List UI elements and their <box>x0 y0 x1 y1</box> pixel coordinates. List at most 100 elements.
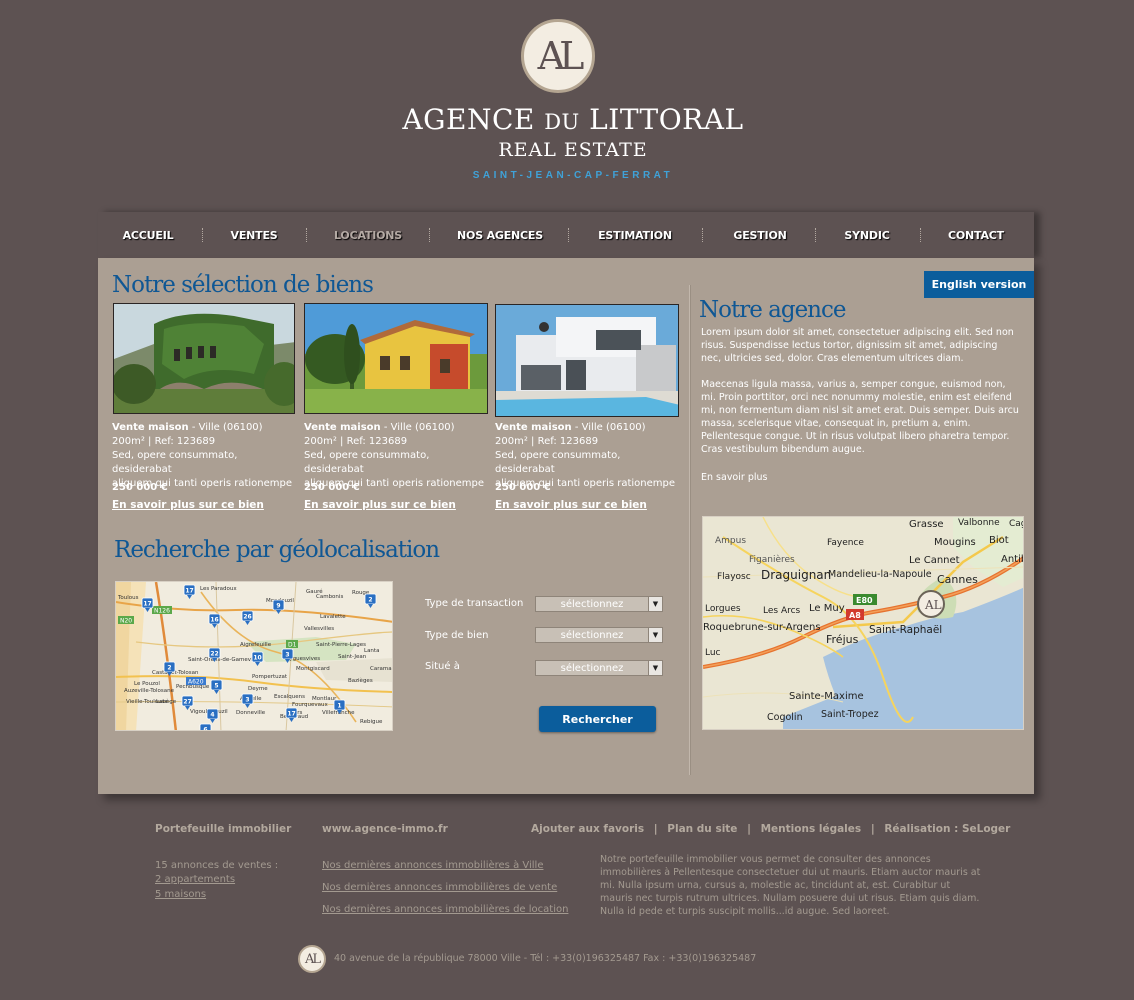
property-card-2: Vente maison - Ville (06100) 200m² | Ref… <box>304 421 492 491</box>
english-version-button[interactable]: English version <box>924 271 1034 298</box>
search-button[interactable]: Rechercher <box>539 706 656 732</box>
modern-villa-image <box>496 305 678 416</box>
nav-contact[interactable]: CONTACT <box>948 229 1004 242</box>
map-pin-number: 9 <box>276 603 280 610</box>
property-price-2: 250 000 € <box>304 482 360 493</box>
footer-link-rental[interactable]: Nos dernières annonces immobilières de l… <box>322 904 568 915</box>
map-pin-number: 3 <box>285 652 289 659</box>
agency-more-link[interactable]: En savoir plus <box>701 472 767 483</box>
geo-map-label: Deyme <box>248 686 268 692</box>
footer-description: Notre portefeuille immobilier vous perme… <box>600 854 981 917</box>
nav-syndic[interactable]: SYNDIC <box>844 229 889 242</box>
geo-title: Recherche par géolocalisation <box>114 537 440 563</box>
map-pin-number: 17 <box>143 601 151 608</box>
map-label-stemaxime: Sainte-Maxime <box>789 691 864 702</box>
property-photo-2[interactable] <box>304 303 488 414</box>
geo-map-label: Saint-Jean <box>338 654 367 660</box>
nav-separator <box>306 228 308 242</box>
property-type-select[interactable]: sélectionnez ▼ <box>535 627 663 643</box>
road-badge: N20 <box>118 616 134 625</box>
map-pin-number: 1 <box>337 703 341 710</box>
agency-logo[interactable]: AL <box>521 19 595 93</box>
chevron-down-icon[interactable]: ▼ <box>648 628 662 642</box>
footer-sitemap-link[interactable]: Plan du site <box>667 823 737 835</box>
property-meta: 200m² | Ref: 123689 <box>304 436 408 447</box>
map-label-lorgues: Lorgues <box>705 604 741 614</box>
map-pin-number: 22 <box>210 651 218 658</box>
nav-estimation[interactable]: ESTIMATION <box>598 229 672 242</box>
map-pin-number: 6 <box>203 727 207 732</box>
geo-map-label: Bazièges <box>348 677 373 684</box>
property-type: Vente maison <box>112 422 189 433</box>
nav-separator <box>429 228 431 242</box>
chevron-down-icon[interactable]: ▼ <box>648 661 662 675</box>
footer-favorites-link[interactable]: Ajouter aux favoris <box>531 823 644 835</box>
property-price-3: 250 000 € <box>495 482 551 493</box>
footer-legal-link[interactable]: Mentions légales <box>761 823 862 835</box>
chevron-down-icon[interactable]: ▼ <box>648 597 662 611</box>
property-type-label: Type de bien <box>425 630 489 641</box>
map-label-a8: A8 <box>849 611 861 620</box>
property-photo-3[interactable] <box>495 304 679 417</box>
map-label-frejus: Fréjus <box>826 633 859 646</box>
map-label-mougins: Mougins <box>934 537 976 548</box>
road-badge-label: N20 <box>120 618 132 625</box>
agency-map[interactable]: Grasse Valbonne Cag Ampus Fayence Mougin… <box>702 516 1024 730</box>
map-pin-number: 16 <box>210 617 218 624</box>
map-pin-number: 17 <box>287 711 295 718</box>
map-pin-number: 4 <box>210 712 214 719</box>
nav-accueil[interactable]: ACCUEIL <box>123 229 174 242</box>
property-more-link-3[interactable]: En savoir plus sur ce bien <box>495 499 647 511</box>
brand-littoral: LITTORAL <box>589 103 744 136</box>
geo-map-label: Vallesvilles <box>304 626 334 632</box>
nav-gestion[interactable]: GESTION <box>733 229 786 242</box>
property-more-link-1[interactable]: En savoir plus sur ce bien <box>112 499 264 511</box>
footer-logo: AL <box>298 945 326 973</box>
map-label-ampus: Ampus <box>715 536 746 546</box>
location-select[interactable]: sélectionnez ▼ <box>535 660 663 676</box>
map-label-sttropez: Saint-Tropez <box>821 709 879 720</box>
footer-site-url[interactable]: www.agence-immo.fr <box>322 823 448 835</box>
agency-paragraph-1: Lorem ipsum dolor sit amet, consectetuer… <box>701 327 1014 364</box>
geo-map-label: Aigrefeuille <box>240 642 272 648</box>
map-label-flayosc: Flayosc <box>717 572 751 582</box>
geo-map-label: Rebigue <box>360 719 383 725</box>
map-label-straphael: Saint-Raphaël <box>869 624 942 636</box>
map-label-mandelieu: Mandelieu-la-Napoule <box>828 569 932 580</box>
location-label: Situé à <box>425 661 460 672</box>
map-pin-number: 10 <box>253 655 261 662</box>
brand-name: AGENCE DU LITTORAL <box>380 103 766 136</box>
footer-separator: | <box>747 823 751 835</box>
footer-credits-link[interactable]: Réalisation : SeLoger <box>884 823 1010 835</box>
geo-search-map[interactable]: Les ParadouxGauréRougeToulousMondouzilCa… <box>115 581 393 731</box>
property-type: Vente maison <box>304 422 381 433</box>
property-photo-1[interactable] <box>113 303 295 414</box>
nav-nos-agences[interactable]: NOS AGENCES <box>457 229 543 242</box>
map-label-lecannet: Le Cannet <box>909 555 960 566</box>
geo-map-label: Lavalette <box>320 614 346 620</box>
geo-map-label: Pompertuzat <box>252 674 288 680</box>
property-type: Vente maison <box>495 422 572 433</box>
nav-ventes[interactable]: VENTES <box>231 229 278 242</box>
road-badge: N126 <box>152 606 172 615</box>
property-meta: 200m² | Ref: 123689 <box>495 436 599 447</box>
road-badge-label: N126 <box>154 608 170 615</box>
property-city: - Ville (06100) <box>191 422 263 433</box>
geo-map-label: Auzeville-Tolosane <box>124 688 175 694</box>
map-pin[interactable]: 6 <box>199 723 212 732</box>
property-more-link-2[interactable]: En savoir plus sur ce bien <box>304 499 456 511</box>
brand-du: DU <box>544 110 580 134</box>
property-desc-line1: Sed, opere consummato, desiderabat <box>304 450 430 475</box>
map-label-biot: Biot <box>989 535 1009 546</box>
nav-locations[interactable]: LOCATIONS <box>334 229 402 242</box>
transaction-type-select[interactable]: sélectionnez ▼ <box>535 596 663 612</box>
footer-link-city[interactable]: Nos dernières annonces immobilières à Vi… <box>322 860 543 871</box>
footer-apartments-link[interactable]: 2 appartements <box>155 874 235 885</box>
brand-subtitle: REAL ESTATE <box>498 139 648 161</box>
footer-portfolio-count: 15 annonces de ventes : <box>155 860 279 871</box>
footer-link-sale[interactable]: Nos dernières annonces immobilières de v… <box>322 882 557 893</box>
nav-separator <box>202 228 204 242</box>
footer-houses-link[interactable]: 5 maisons <box>155 889 206 900</box>
property-type-value: sélectionnez <box>560 629 624 641</box>
map-label-roquebrune: Roquebrune-sur-Argens <box>703 622 821 633</box>
